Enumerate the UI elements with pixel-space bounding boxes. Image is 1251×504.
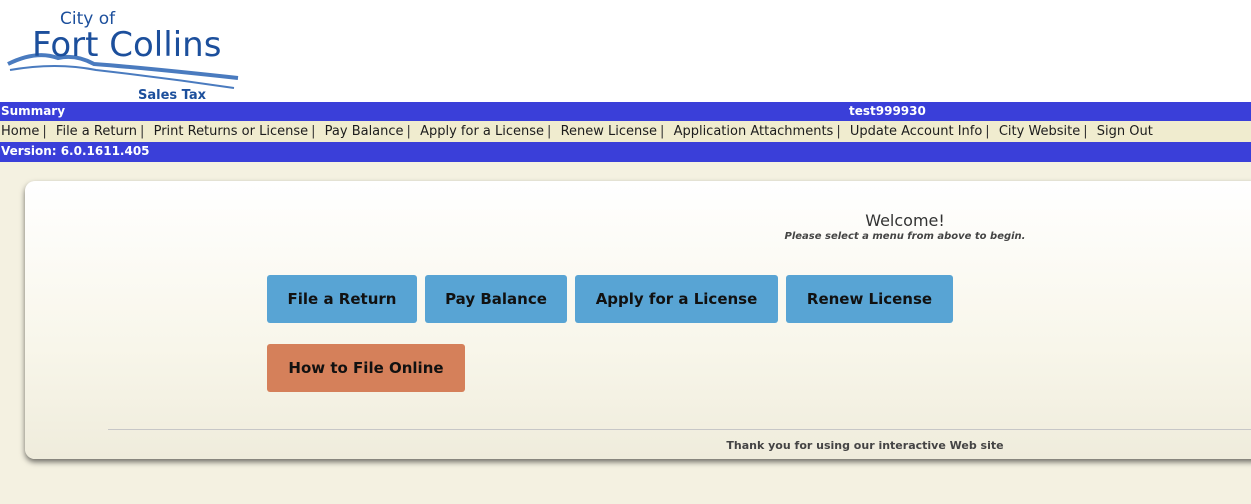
- nav-print-returns[interactable]: Print Returns or License: [154, 124, 309, 139]
- nav-sign-out[interactable]: Sign Out: [1097, 124, 1153, 139]
- nav-city-website[interactable]: City Website: [999, 124, 1080, 139]
- logo-subtitle: Sales Tax: [138, 88, 207, 102]
- nav-renew-license[interactable]: Renew License: [561, 124, 657, 139]
- welcome-title: Welcome!: [865, 211, 945, 230]
- version-bar: Version: 6.0.1611.405: [0, 142, 1251, 162]
- main-panel: Welcome! Please select a menu from above…: [25, 181, 1251, 459]
- summary-bar: Summary test999930: [0, 102, 1251, 121]
- nav-pay-balance[interactable]: Pay Balance: [325, 124, 404, 139]
- fort-collins-logo[interactable]: City of Fort Collins Sales Tax: [6, 4, 246, 103]
- pay-balance-button[interactable]: Pay Balance: [425, 275, 567, 323]
- apply-license-button[interactable]: Apply for a License: [575, 275, 778, 323]
- summary-label: Summary: [1, 104, 66, 118]
- footer-divider: [108, 429, 1251, 430]
- nav-apply-license[interactable]: Apply for a License: [420, 124, 544, 139]
- nav-update-account[interactable]: Update Account Info: [850, 124, 982, 139]
- welcome-subtitle: Please select a menu from above to begin…: [784, 231, 1026, 242]
- logo-name: Fort Collins: [32, 25, 221, 65]
- nav-file-return[interactable]: File a Return: [56, 124, 137, 139]
- user-id: test999930: [849, 104, 926, 118]
- footer-thank-you: Thank you for using our interactive Web …: [726, 439, 1004, 452]
- nav-application-attachments[interactable]: Application Attachments: [674, 124, 834, 139]
- nav-home[interactable]: Home: [1, 124, 39, 139]
- header: City of Fort Collins Sales Tax: [0, 0, 1251, 103]
- version-label: Version: 6.0.1611.405: [1, 144, 150, 158]
- renew-license-button[interactable]: Renew License: [786, 275, 953, 323]
- how-to-file-online-button[interactable]: How to File Online: [267, 344, 465, 392]
- logo-mark: City of Fort Collins Sales Tax: [7, 9, 239, 103]
- nav-menu: Home | File a Return | Print Returns or Li…: [0, 121, 1251, 142]
- file-return-button[interactable]: File a Return: [267, 275, 417, 323]
